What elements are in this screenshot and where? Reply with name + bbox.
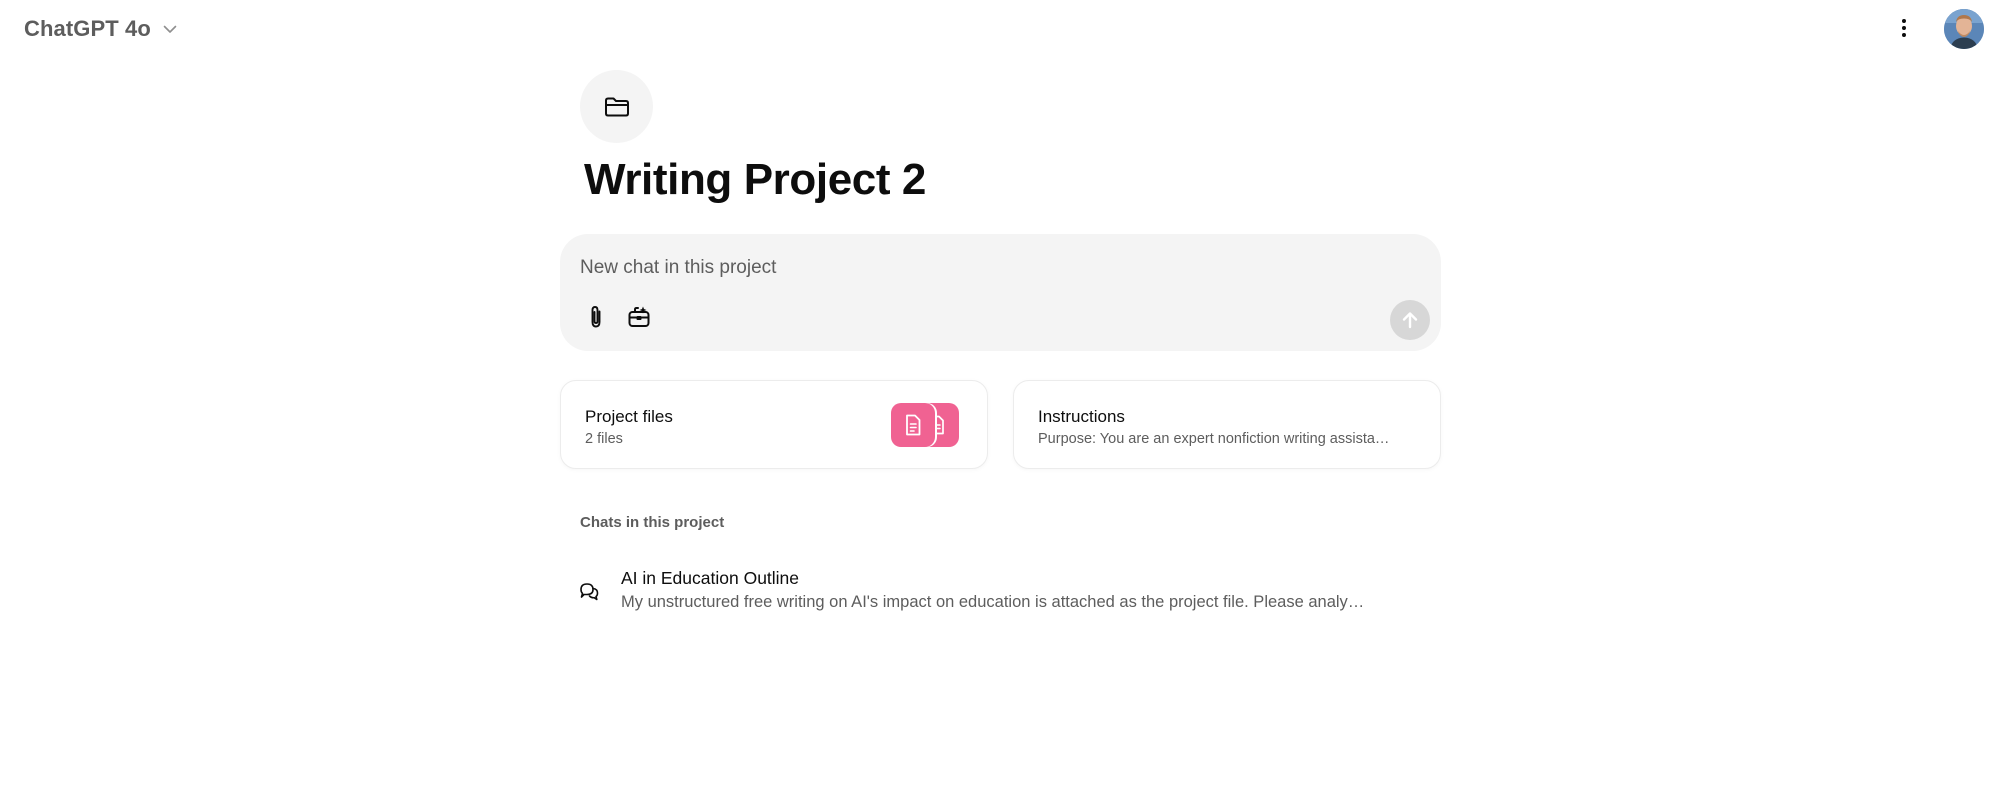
project-icon-badge[interactable]	[580, 70, 653, 143]
new-chat-input[interactable]	[580, 248, 1400, 288]
new-chat-composer	[560, 234, 1441, 351]
chat-bubbles-icon	[580, 583, 599, 601]
attach-file-button[interactable]	[579, 300, 613, 334]
instructions-card[interactable]: Instructions Purpose: You are an expert …	[1013, 380, 1441, 469]
model-selector[interactable]: ChatGPT 4o	[14, 12, 189, 46]
project-files-card[interactable]: Project files 2 files	[560, 380, 988, 469]
user-avatar[interactable]	[1944, 9, 1984, 49]
send-button[interactable]	[1390, 300, 1430, 340]
chat-preview: My unstructured free writing on AI's imp…	[621, 593, 1365, 611]
top-bar: ChatGPT 4o	[0, 0, 2000, 58]
more-options-button[interactable]	[1890, 11, 1918, 45]
instructions-title: Instructions	[1038, 407, 1125, 426]
arrow-up-icon	[1402, 312, 1418, 329]
chats-section-heading: Chats in this project	[580, 514, 725, 531]
document-icon	[891, 403, 935, 447]
model-label: ChatGPT 4o	[24, 16, 151, 41]
chevron-down-icon	[161, 20, 179, 38]
project-files-title: Project files	[585, 407, 673, 426]
paperclip-icon	[591, 306, 601, 328]
chat-title: AI in Education Outline	[621, 568, 800, 588]
folder-icon	[604, 97, 629, 116]
toolbox-icon	[628, 306, 650, 327]
file-thumbnails	[891, 403, 961, 447]
chat-list-item[interactable]: AI in Education Outline My unstructured …	[566, 558, 1441, 618]
vertical-dots-icon	[1902, 19, 1906, 37]
project-files-count: 2 files	[585, 431, 623, 447]
tools-button[interactable]	[622, 300, 656, 334]
project-title: Writing Project 2	[584, 155, 926, 204]
instructions-preview: Purpose: You are an expert nonfiction wr…	[1038, 431, 1390, 447]
